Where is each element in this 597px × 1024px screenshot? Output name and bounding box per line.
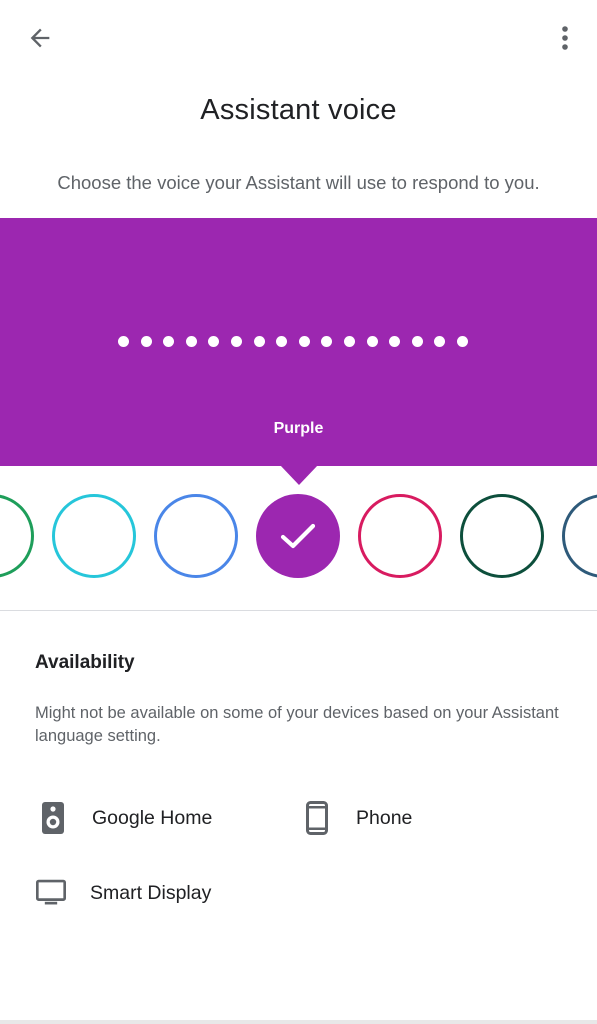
availability-description: Might not be available on some of your d… <box>35 704 559 745</box>
voice-option[interactable] <box>0 494 34 578</box>
selected-voice-name: Purple <box>273 420 324 437</box>
preview-dot <box>276 336 288 347</box>
page-subtitle: Choose the voice your Assistant will use… <box>57 172 540 193</box>
device-phone: Phone <box>302 798 412 838</box>
voice-option-selected[interactable] <box>256 494 340 578</box>
arrow-back-icon <box>30 28 50 48</box>
preview-dot <box>411 336 423 347</box>
device-google-home: Google Home <box>38 798 212 838</box>
speaker-icon <box>38 801 68 835</box>
voice-option[interactable] <box>460 494 544 578</box>
preview-dot <box>343 336 355 347</box>
more-vert-icon <box>562 26 568 50</box>
preview-dot <box>366 336 378 347</box>
device-label: Smart Display <box>90 881 212 904</box>
monitor-icon <box>36 876 66 910</box>
back-button[interactable] <box>16 14 64 62</box>
voice-carousel[interactable] <box>0 490 597 586</box>
check-icon <box>280 523 316 549</box>
page-title: Assistant voice <box>200 94 397 126</box>
preview-dot <box>389 336 401 347</box>
voice-option[interactable] <box>562 494 597 578</box>
preview-dot <box>185 336 197 347</box>
voice-option[interactable] <box>52 494 136 578</box>
preview-dot <box>253 336 265 347</box>
top-app-bar <box>0 0 597 76</box>
preview-dot <box>321 336 333 347</box>
bottom-edge <box>0 1020 597 1024</box>
phone-icon <box>302 801 332 835</box>
preview-dot <box>118 336 129 347</box>
voice-preview-animation <box>118 336 468 348</box>
device-smart-display: Smart Display <box>36 873 211 913</box>
device-label: Google Home <box>92 806 213 829</box>
device-label: Phone <box>356 806 413 829</box>
selection-pointer <box>280 465 318 485</box>
preview-dot <box>456 336 468 347</box>
more-options-button[interactable] <box>541 14 589 62</box>
preview-dot <box>230 336 242 347</box>
preview-dot <box>298 336 310 347</box>
preview-dot <box>434 336 446 347</box>
divider <box>0 610 597 611</box>
voice-option[interactable] <box>358 494 442 578</box>
preview-dot <box>140 336 152 347</box>
voice-option[interactable] <box>154 494 238 578</box>
availability-heading: Availability <box>35 652 135 673</box>
preview-dot <box>208 336 220 347</box>
preview-dot <box>163 336 175 347</box>
